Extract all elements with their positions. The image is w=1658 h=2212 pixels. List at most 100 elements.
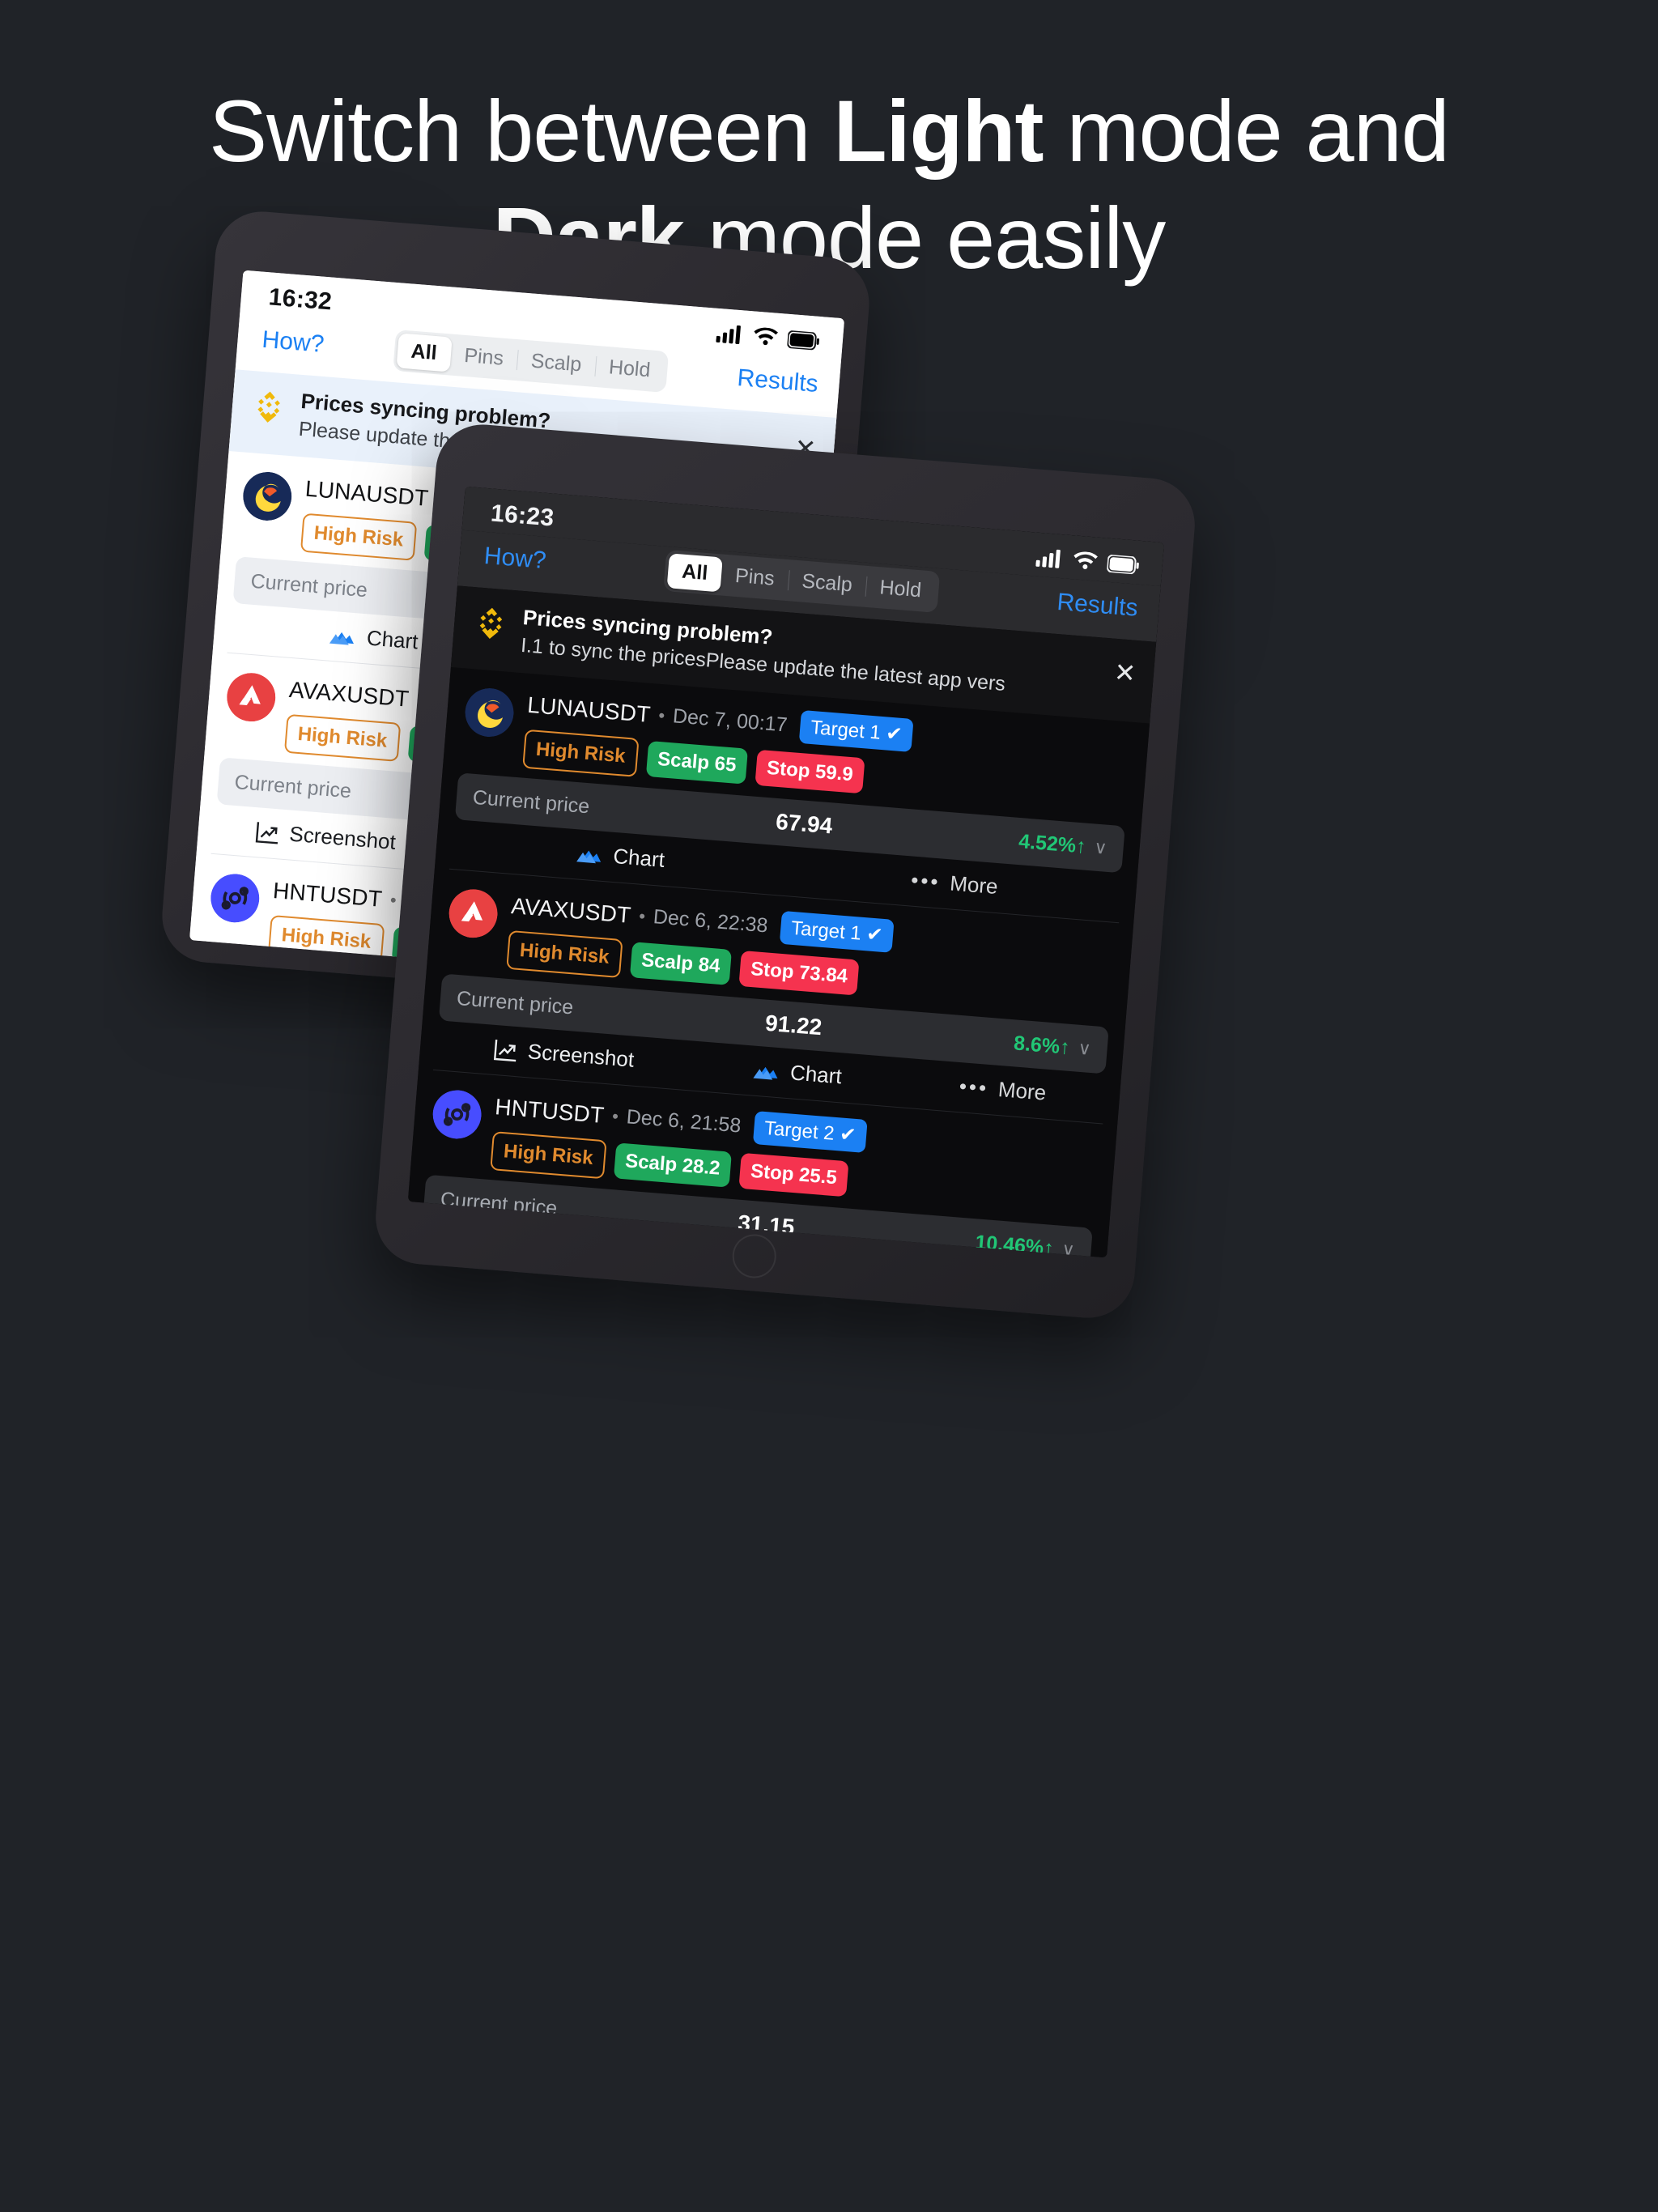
price-label: Current price [456,986,575,1019]
tab-pins[interactable]: Pins [449,338,519,377]
cellular-signal-icon [1035,549,1061,568]
status-icons [716,324,821,351]
tab-pins[interactable]: Pins [720,558,789,598]
binance-icon [257,391,280,423]
tablet-dark-mode: 16:23 How? All Pins Scalp Hold Results P… [372,420,1199,1322]
status-clock: 16:32 [267,283,334,316]
screenshot-button[interactable]: Screenshot [493,1036,635,1073]
chart-button[interactable]: Chart [750,1057,843,1090]
separator-dot: • [611,1105,619,1126]
results-link[interactable]: Results [736,364,819,398]
luna-coin-icon [465,688,514,738]
chart-label: Chart [789,1060,843,1089]
chart-icon [329,632,355,645]
home-button[interactable] [730,1232,778,1280]
chart-button[interactable]: Chart [573,840,665,873]
status-icons [1035,548,1141,576]
screenshot-label: Screenshot [526,1039,636,1072]
symbol-label: HNTUSDT [494,1093,606,1128]
signal-list-dark: LUNAUSDT • Dec 7, 00:17 Target 1 ✔ High Risk… [408,667,1150,1258]
symbol-label: AVAXUSDT [288,676,410,712]
hnt-coin-icon [432,1090,482,1139]
symbol-label: AVAXUSDT [510,892,632,928]
stop-badge: Stop 73.84 [738,950,860,996]
price-label: Current price [440,1187,559,1220]
cellular-signal-icon [716,325,741,344]
screenshot-icon [493,1039,517,1061]
separator-dot: • [389,889,397,910]
price-change: 4.52%↑∨ [1018,829,1108,859]
tab-scalp[interactable]: Scalp [516,342,597,384]
ellipsis-icon: ••• [958,1074,990,1100]
close-icon[interactable]: ✕ [1103,656,1137,689]
screenshot-button[interactable]: Screenshot [254,819,397,855]
price-change: 8.6%↑∨ [1013,1031,1092,1060]
scalp-badge: Scalp 28.2 [613,1142,733,1188]
how-link[interactable]: How? [483,542,547,574]
headline-line-1: Switch between Light mode and [209,82,1450,180]
separator-dot: • [657,704,666,725]
scalp-badge: Scalp 65 [645,740,749,785]
app-dark: 16:23 How? All Pins Scalp Hold Results P… [407,486,1165,1258]
scalp-badge: Scalp 84 [629,942,733,985]
screenshot-icon [255,821,278,844]
wifi-icon [1073,551,1098,569]
symbol-label: LUNAUSDT [304,475,430,511]
tab-scalp[interactable]: Scalp [787,563,868,604]
risk-badge: High Risk [267,914,385,963]
stop-badge: Stop 59.9 [755,749,865,794]
screenshot-label: Screenshot [510,1240,619,1258]
risk-badge: High Risk [522,729,640,777]
price-label: Current price [217,971,337,989]
poster-canvas: Switch between Light mode and Dark mode … [0,0,1658,2212]
chevron-down-icon[interactable]: ∨ [1077,1038,1092,1060]
price-value: 67.94 [775,808,834,839]
risk-badge: High Risk [300,513,417,561]
luna-coin-icon [243,471,292,521]
status-clock: 16:23 [489,500,555,532]
risk-badge: High Risk [490,1131,607,1180]
risk-badge: High Risk [506,929,623,979]
ellipsis-icon: ••• [910,867,942,895]
tab-hold[interactable]: Hold [865,569,937,610]
timestamp-label: Dec 6, 21:58 [625,1105,742,1138]
price-label: Current price [249,569,368,602]
more-label: More [997,1077,1048,1105]
stop-badge: Stop 25.5 [738,1152,849,1197]
avax-coin-icon [449,889,498,938]
wifi-icon [754,327,778,346]
risk-badge: High Risk [283,713,401,762]
chart-button[interactable]: Chart [327,623,419,655]
timestamp-label: Dec 7, 00:17 [672,704,789,737]
binance-icon [479,607,503,639]
symbol-label: HNTUSDT [272,877,384,912]
avax-coin-icon [227,673,276,722]
symbol-label: LUNAUSDT [526,691,652,727]
chart-label: Chart [365,625,419,654]
tab-all[interactable]: All [396,333,453,372]
chevron-down-icon[interactable]: ∨ [1093,837,1108,859]
screenshot-icon [477,1240,500,1258]
battery-icon [1106,554,1139,575]
screenshot-label: Screenshot [288,821,397,854]
tab-hold[interactable]: Hold [593,349,665,389]
more-button[interactable]: ••• More [959,1074,1048,1106]
target-badge: Target 2 ✔ [752,1110,868,1154]
results-link[interactable]: Results [1056,588,1138,622]
price-change: 10.46%↑ ∨ [974,1231,1075,1258]
separator-dot: • [638,905,647,926]
price-value: 91.22 [764,1010,823,1040]
tab-all[interactable]: All [666,553,723,593]
target-badge: Target 1 ✔ [798,709,915,753]
how-link[interactable]: How? [261,325,325,358]
target-badge: Target 1 ✔ [779,910,895,953]
screenshot-button[interactable]: Screenshot [477,1237,619,1258]
price-label: Current price [233,770,353,802]
hnt-coin-icon [210,874,260,923]
chevron-down-icon[interactable]: ∨ [1061,1239,1076,1257]
chart-icon [753,1066,778,1080]
more-button[interactable]: •••More [910,868,999,900]
chart-label: Chart [612,843,666,872]
price-label: Current price [471,785,591,818]
battery-icon [786,330,819,351]
